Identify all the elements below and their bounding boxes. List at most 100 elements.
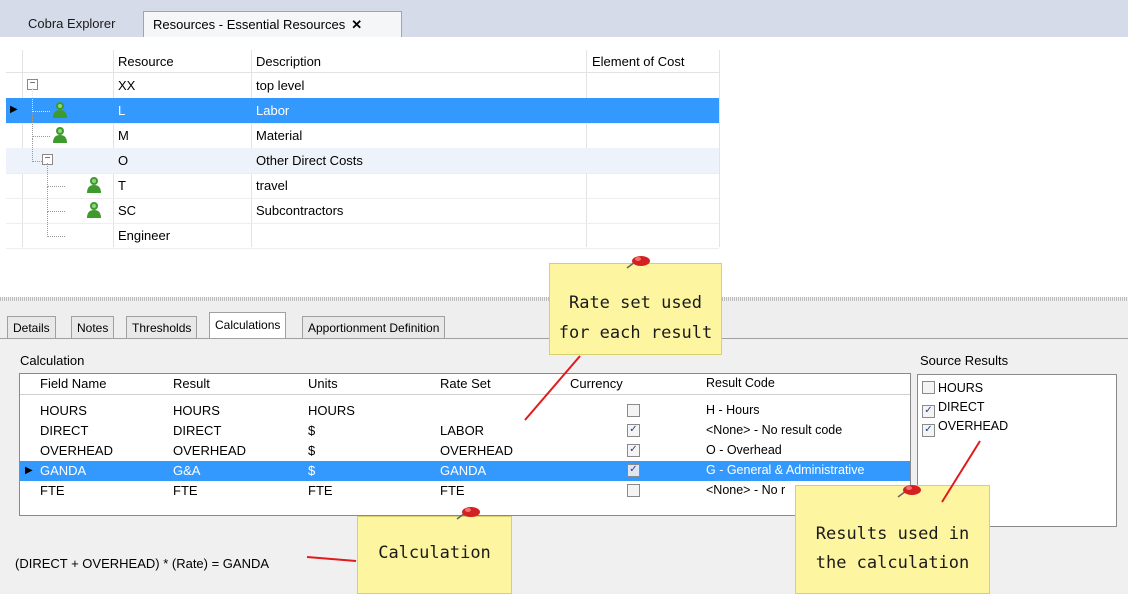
tree-line bbox=[32, 138, 33, 162]
table-row-selected[interactable]: ▶ L Labor bbox=[6, 88, 719, 124]
source-results-label: Source Results bbox=[920, 353, 1009, 368]
source-result-checkbox[interactable]: ✓ bbox=[922, 405, 935, 418]
calculation-formula: (DIRECT + OVERHEAD) * (Rate) = GANDA bbox=[15, 556, 270, 571]
currency-checkbox[interactable]: ✓ bbox=[627, 464, 640, 477]
field-name: FTE bbox=[40, 483, 65, 498]
units: $ bbox=[308, 423, 316, 438]
result-code: <None> - No r bbox=[706, 483, 786, 497]
result: DIRECT bbox=[173, 423, 222, 438]
person-icon bbox=[87, 177, 101, 193]
tab-apportionment-definition[interactable]: Apportionment Definition bbox=[302, 316, 446, 338]
tree-line bbox=[47, 211, 48, 237]
column-header-field-name[interactable]: Field Name bbox=[40, 374, 106, 393]
calculation-annotation: Calculation bbox=[357, 516, 512, 594]
result-code: O - Overhead bbox=[706, 443, 782, 457]
tab-label: Cobra Explorer bbox=[28, 16, 116, 31]
document-tab-strip: Cobra Explorer Resources - Essential Res… bbox=[0, 0, 1128, 37]
resource-description: Subcontractors bbox=[256, 203, 344, 218]
table-row[interactable]: − XX top level bbox=[6, 73, 719, 99]
table-row[interactable]: T travel bbox=[6, 163, 719, 199]
column-header-units[interactable]: Units bbox=[308, 374, 338, 393]
tab-thresholds[interactable]: Thresholds bbox=[126, 316, 198, 338]
rate-set: FTE bbox=[440, 483, 465, 498]
tab-notes[interactable]: Notes bbox=[71, 316, 115, 338]
table-row[interactable]: DIRECT DIRECT $ LABOR ✓ <None> - No resu… bbox=[20, 421, 910, 441]
tree-line bbox=[32, 111, 50, 112]
tab-calculations[interactable]: Calculations bbox=[209, 312, 287, 339]
table-row[interactable]: HOURS HOURS HOURS H - Hours bbox=[20, 401, 910, 421]
result: G&A bbox=[173, 463, 201, 478]
result: OVERHEAD bbox=[173, 443, 246, 458]
tree-line bbox=[32, 113, 33, 137]
units: HOURS bbox=[308, 403, 355, 418]
annotation-line: the calculation bbox=[815, 553, 970, 573]
calculation-label: Calculation bbox=[20, 353, 85, 368]
column-header-element-of-cost[interactable]: Element of Cost bbox=[592, 54, 685, 69]
rate-set: LABOR bbox=[440, 423, 485, 438]
resource-code: L bbox=[118, 103, 126, 118]
calculation-grid: Field Name Result Units Rate Set Currenc… bbox=[19, 373, 911, 516]
table-row[interactable]: FTE FTE FTE FTE <None> - No r bbox=[20, 481, 910, 501]
result: FTE bbox=[173, 483, 198, 498]
source-result-item[interactable]: ✓ OVERHEAD bbox=[922, 418, 1009, 437]
result: HOURS bbox=[173, 403, 220, 418]
column-header-result[interactable]: Result bbox=[173, 374, 210, 393]
resource-code: Engineer bbox=[118, 228, 171, 243]
resource-description: travel bbox=[256, 178, 288, 193]
source-result-checkbox[interactable]: ✓ bbox=[922, 424, 935, 437]
table-row[interactable]: OVERHEAD OVERHEAD $ OVERHEAD ✓ O - Overh… bbox=[20, 441, 910, 461]
column-header-currency[interactable]: Currency bbox=[570, 374, 623, 393]
grid-divider bbox=[719, 50, 720, 247]
person-icon bbox=[53, 127, 67, 143]
calculation-grid-header: Field Name Result Units Rate Set Currenc… bbox=[20, 374, 910, 395]
currency-checkbox[interactable] bbox=[627, 484, 640, 497]
person-icon bbox=[87, 202, 101, 218]
currency-checkbox[interactable]: ✓ bbox=[627, 444, 640, 457]
tree-line bbox=[47, 236, 65, 237]
tree-line bbox=[32, 88, 33, 112]
tab-resources[interactable]: Resources - Essential Resources ✕ bbox=[143, 11, 402, 37]
result-code: G - General & Administrative bbox=[706, 463, 865, 477]
tree-line bbox=[47, 211, 65, 212]
source-result-item[interactable]: HOURS bbox=[922, 380, 983, 398]
resource-description: Material bbox=[256, 128, 303, 143]
result-code: <None> - No result code bbox=[706, 423, 843, 437]
source-result-label: DIRECT bbox=[938, 400, 985, 414]
tab-details[interactable]: Details bbox=[7, 316, 56, 338]
column-header-rate-set[interactable]: Rate Set bbox=[440, 374, 491, 393]
source-result-item[interactable]: ✓ DIRECT bbox=[922, 399, 985, 418]
table-row[interactable]: − O Other Direct Costs bbox=[6, 138, 719, 174]
annotation-line: Calculation bbox=[378, 543, 491, 563]
tree-line bbox=[47, 186, 48, 212]
tree-line bbox=[47, 163, 48, 187]
tree-line bbox=[32, 136, 50, 137]
rate-set: OVERHEAD bbox=[440, 443, 513, 458]
results-annotation: Results used in the calculation bbox=[795, 485, 990, 594]
table-row[interactable]: M Material bbox=[6, 113, 719, 149]
resource-code: O bbox=[118, 153, 129, 168]
currency-checkbox[interactable] bbox=[627, 404, 640, 417]
close-icon[interactable]: ✕ bbox=[351, 17, 362, 32]
rate-set: GANDA bbox=[440, 463, 487, 478]
currency-checkbox[interactable]: ✓ bbox=[627, 424, 640, 437]
resource-description: top level bbox=[256, 78, 305, 93]
column-header-result-code[interactable]: Result Code bbox=[706, 374, 775, 393]
tab-label: Resources - Essential Resources bbox=[153, 17, 346, 32]
table-row[interactable]: Engineer bbox=[6, 211, 719, 249]
tab-cobra-explorer[interactable]: Cobra Explorer bbox=[19, 11, 139, 37]
units: $ bbox=[308, 463, 316, 478]
pushpin-icon bbox=[456, 507, 480, 520]
annotation-line: Rate set used bbox=[568, 293, 703, 313]
column-header-resource[interactable]: Resource bbox=[118, 54, 174, 69]
column-header-description[interactable]: Description bbox=[256, 54, 321, 69]
table-row[interactable]: SC Subcontractors bbox=[6, 186, 719, 224]
tree-line bbox=[47, 186, 65, 187]
row-pointer-icon: ▶ bbox=[25, 465, 33, 476]
source-result-label: OVERHEAD bbox=[938, 419, 1009, 433]
source-result-checkbox[interactable] bbox=[922, 381, 935, 394]
row-pointer-icon: ▶ bbox=[10, 104, 18, 115]
table-row-selected[interactable]: ▶ GANDA G&A $ GANDA ✓ G - General & Admi… bbox=[20, 461, 910, 481]
field-name: GANDA bbox=[40, 463, 87, 478]
pushpin-icon bbox=[897, 485, 921, 498]
units: $ bbox=[308, 443, 316, 458]
